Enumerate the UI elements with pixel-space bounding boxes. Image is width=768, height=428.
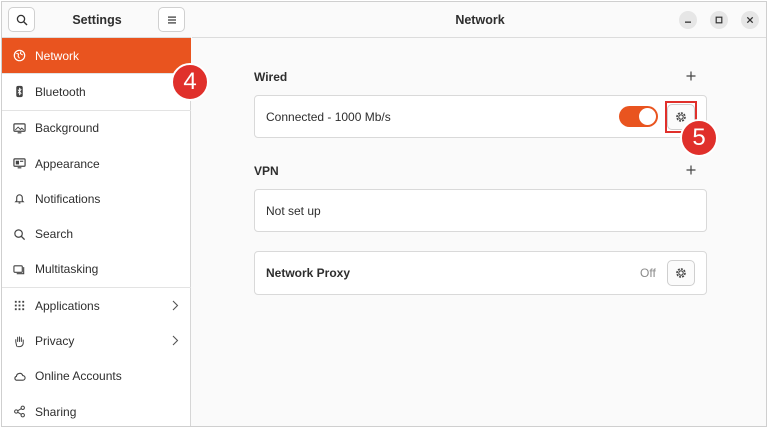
- annotation-badge-4: 4: [171, 63, 209, 101]
- sidebar-item-applications[interactable]: Applications: [2, 288, 191, 323]
- minimize-button[interactable]: [679, 11, 697, 29]
- share-icon: [12, 405, 26, 419]
- close-icon: [746, 16, 754, 24]
- wired-toggle[interactable]: [619, 106, 658, 127]
- hamburger-menu-icon: [167, 16, 176, 23]
- chevron-right-icon: [172, 300, 179, 311]
- sidebar-item-network[interactable]: Network: [2, 38, 191, 74]
- main-panel: Network Wired Connected - 1000 Mb/s VPN …: [192, 2, 766, 426]
- gear-icon: [676, 268, 686, 278]
- network-proxy-label: Network Proxy: [266, 266, 351, 280]
- sidebar-item-online-accounts[interactable]: Online Accounts: [2, 359, 191, 394]
- search-icon: [12, 227, 26, 241]
- annotation-badge-5: 5: [680, 119, 718, 157]
- plus-icon: [686, 165, 696, 175]
- sidebar-item-label: Notifications: [35, 191, 101, 206]
- sidebar-item-label: Background: [35, 121, 100, 136]
- vpn-card: Not set up: [254, 189, 707, 232]
- sidebar-item-label: Network: [35, 48, 80, 63]
- plus-icon: [686, 71, 696, 81]
- vpn-section-label: VPN: [254, 164, 279, 178]
- maximize-icon: [715, 16, 723, 24]
- network-proxy-row[interactable]: Network Proxy Off: [254, 251, 707, 295]
- close-button[interactable]: [741, 11, 759, 29]
- sidebar-header: Settings: [2, 2, 191, 38]
- sidebar-item-label: Multitasking: [35, 262, 99, 277]
- vpn-status: Not set up: [266, 204, 321, 218]
- wired-card: Connected - 1000 Mb/s: [254, 95, 707, 138]
- menu-button[interactable]: [158, 7, 185, 32]
- sidebar-item-label: Appearance: [35, 156, 100, 171]
- sidebar-item-privacy[interactable]: Privacy: [2, 323, 191, 358]
- add-wired-button[interactable]: [684, 69, 698, 83]
- toggle-knob: [639, 108, 656, 125]
- sidebar-item-search[interactable]: Search: [2, 216, 191, 251]
- main-header: Network: [192, 2, 766, 38]
- sidebar-item-notifications[interactable]: Notifications: [2, 181, 191, 216]
- sidebar-item-bluetooth[interactable]: Bluetooth: [2, 74, 191, 109]
- sidebar: Settings Network Bluetooth Background Ap…: [2, 2, 191, 426]
- sidebar-item-sharing[interactable]: Sharing: [2, 394, 191, 426]
- sidebar-title: Settings: [72, 13, 122, 27]
- appearance-icon: [12, 157, 26, 171]
- grid-icon: [12, 299, 26, 313]
- search-button[interactable]: [8, 7, 35, 32]
- sidebar-item-background[interactable]: Background: [2, 111, 191, 146]
- cloud-icon: [12, 369, 26, 383]
- sidebar-list: Network Bluetooth Background Appearance …: [2, 38, 191, 426]
- search-icon: [16, 14, 27, 25]
- sidebar-item-multitasking[interactable]: Multitasking: [2, 252, 191, 287]
- multitasking-icon: [12, 262, 26, 276]
- chevron-right-icon: [172, 335, 179, 346]
- bell-icon: [12, 192, 26, 206]
- maximize-button[interactable]: [710, 11, 728, 29]
- sidebar-item-appearance[interactable]: Appearance: [2, 146, 191, 181]
- wired-status: Connected - 1000 Mb/s: [266, 110, 391, 124]
- globe-icon: [12, 49, 26, 63]
- minimize-icon: [685, 21, 691, 23]
- wired-section-label: Wired: [254, 70, 288, 84]
- sidebar-item-label: Applications: [35, 298, 100, 313]
- proxy-state: Off: [640, 266, 656, 280]
- sidebar-item-label: Privacy: [35, 334, 75, 349]
- hand-icon: [12, 334, 26, 348]
- add-vpn-button[interactable]: [684, 163, 698, 177]
- settings-window: Settings Network Bluetooth Background Ap…: [1, 1, 767, 427]
- sidebar-item-label: Bluetooth: [35, 84, 86, 99]
- bluetooth-icon: [12, 85, 26, 99]
- sidebar-item-label: Online Accounts: [35, 369, 122, 384]
- proxy-settings-button[interactable]: [667, 260, 695, 286]
- sidebar-item-label: Search: [35, 227, 74, 242]
- sidebar-item-label: Sharing: [35, 404, 77, 419]
- monitor-icon: [12, 121, 26, 135]
